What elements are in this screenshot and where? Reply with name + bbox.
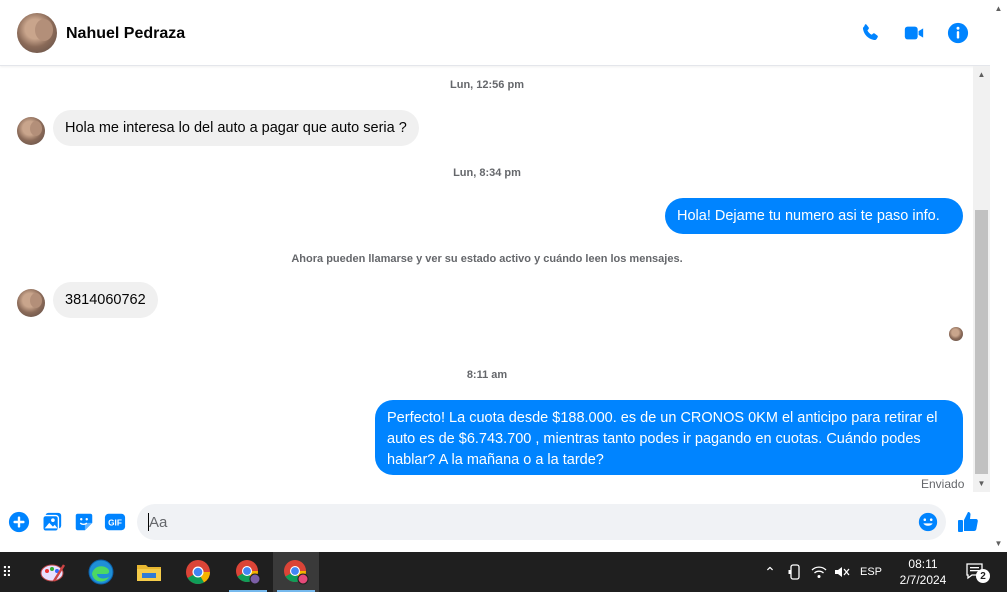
messages-scrollbar[interactable]: ▲ ▼ <box>973 66 990 492</box>
task-view-icon[interactable]: ⠿ <box>0 552 14 592</box>
message-timestamp: Lun, 8:34 pm <box>453 167 521 179</box>
contact-name[interactable]: Nahuel Pedraza <box>66 25 185 43</box>
outgoing-message[interactable]: Hola! Dejame tu numero asi te paso info. <box>665 198 963 234</box>
window-scroll-down-icon[interactable]: ▼ <box>990 535 1007 552</box>
incoming-message[interactable]: Hola me interesa lo del auto a pagar que… <box>53 110 419 146</box>
sender-avatar[interactable] <box>17 117 45 145</box>
phone-call-icon[interactable] <box>859 22 881 44</box>
clock-date: 2/7/2024 <box>899 573 947 587</box>
message-timestamp: 8:11 am <box>466 369 508 381</box>
input-language[interactable]: ESP <box>856 552 886 592</box>
clock-time: 08:11 <box>908 557 938 571</box>
incoming-message[interactable]: 3814060762 <box>53 282 158 318</box>
message-status: Enviado <box>921 477 965 491</box>
message-composer: GIF <box>0 500 990 550</box>
chrome-profile-icon[interactable] <box>225 552 271 592</box>
volume-muted-icon[interactable] <box>832 552 852 592</box>
message-input[interactable] <box>137 504 946 540</box>
text-caret <box>148 513 149 531</box>
show-hidden-icons-chevron-icon[interactable]: ⌃ <box>760 552 780 592</box>
notification-badge: 2 <box>976 569 990 583</box>
chrome-browser-icon[interactable] <box>175 552 221 592</box>
edge-browser-icon[interactable] <box>78 552 124 592</box>
chat-header: Nahuel Pedraza <box>0 0 990 66</box>
contact-avatar[interactable] <box>17 13 57 53</box>
file-explorer-icon[interactable] <box>126 552 172 592</box>
image-icon[interactable] <box>41 511 63 533</box>
like-thumbs-up-icon[interactable] <box>956 510 980 534</box>
paint-app-icon[interactable] <box>30 552 76 592</box>
add-plus-icon[interactable] <box>8 511 30 533</box>
video-call-icon[interactable] <box>903 22 925 44</box>
chrome-profile-active-icon[interactable] <box>273 552 319 592</box>
read-receipt-avatar <box>949 327 963 341</box>
scroll-down-icon[interactable]: ▼ <box>973 475 990 492</box>
notification-center-icon[interactable]: 2 <box>962 552 990 592</box>
sticker-icon[interactable] <box>73 511 95 533</box>
gif-icon[interactable]: GIF <box>104 511 126 533</box>
system-clock[interactable]: 08:11 2/7/2024 <box>893 556 953 588</box>
scroll-up-icon[interactable]: ▲ <box>973 66 990 83</box>
windows-taskbar: ⠿ ⌃ ESP 08:11 2/7/2024 2 <box>0 552 1007 592</box>
wifi-icon[interactable] <box>809 552 829 592</box>
message-timestamp: Lun, 12:56 pm <box>450 79 524 91</box>
emoji-icon[interactable] <box>917 511 939 533</box>
gif-label: GIF <box>108 519 122 528</box>
device-icon[interactable] <box>786 552 804 592</box>
info-icon[interactable] <box>947 22 969 44</box>
sender-avatar[interactable] <box>17 289 45 317</box>
window-scrollbar[interactable]: ▲ ▼ <box>990 0 1007 552</box>
chat-notice: Ahora pueden llamarse y ver su estado ac… <box>291 253 683 265</box>
messenger-window: Nahuel Pedraza Lun, 12:56 pm Hola me int… <box>0 0 1007 552</box>
window-scroll-up-icon[interactable]: ▲ <box>990 0 1007 17</box>
outgoing-message[interactable]: Perfecto! La cuota desde $188.000. es de… <box>375 400 963 475</box>
scroll-thumb[interactable] <box>975 210 988 474</box>
